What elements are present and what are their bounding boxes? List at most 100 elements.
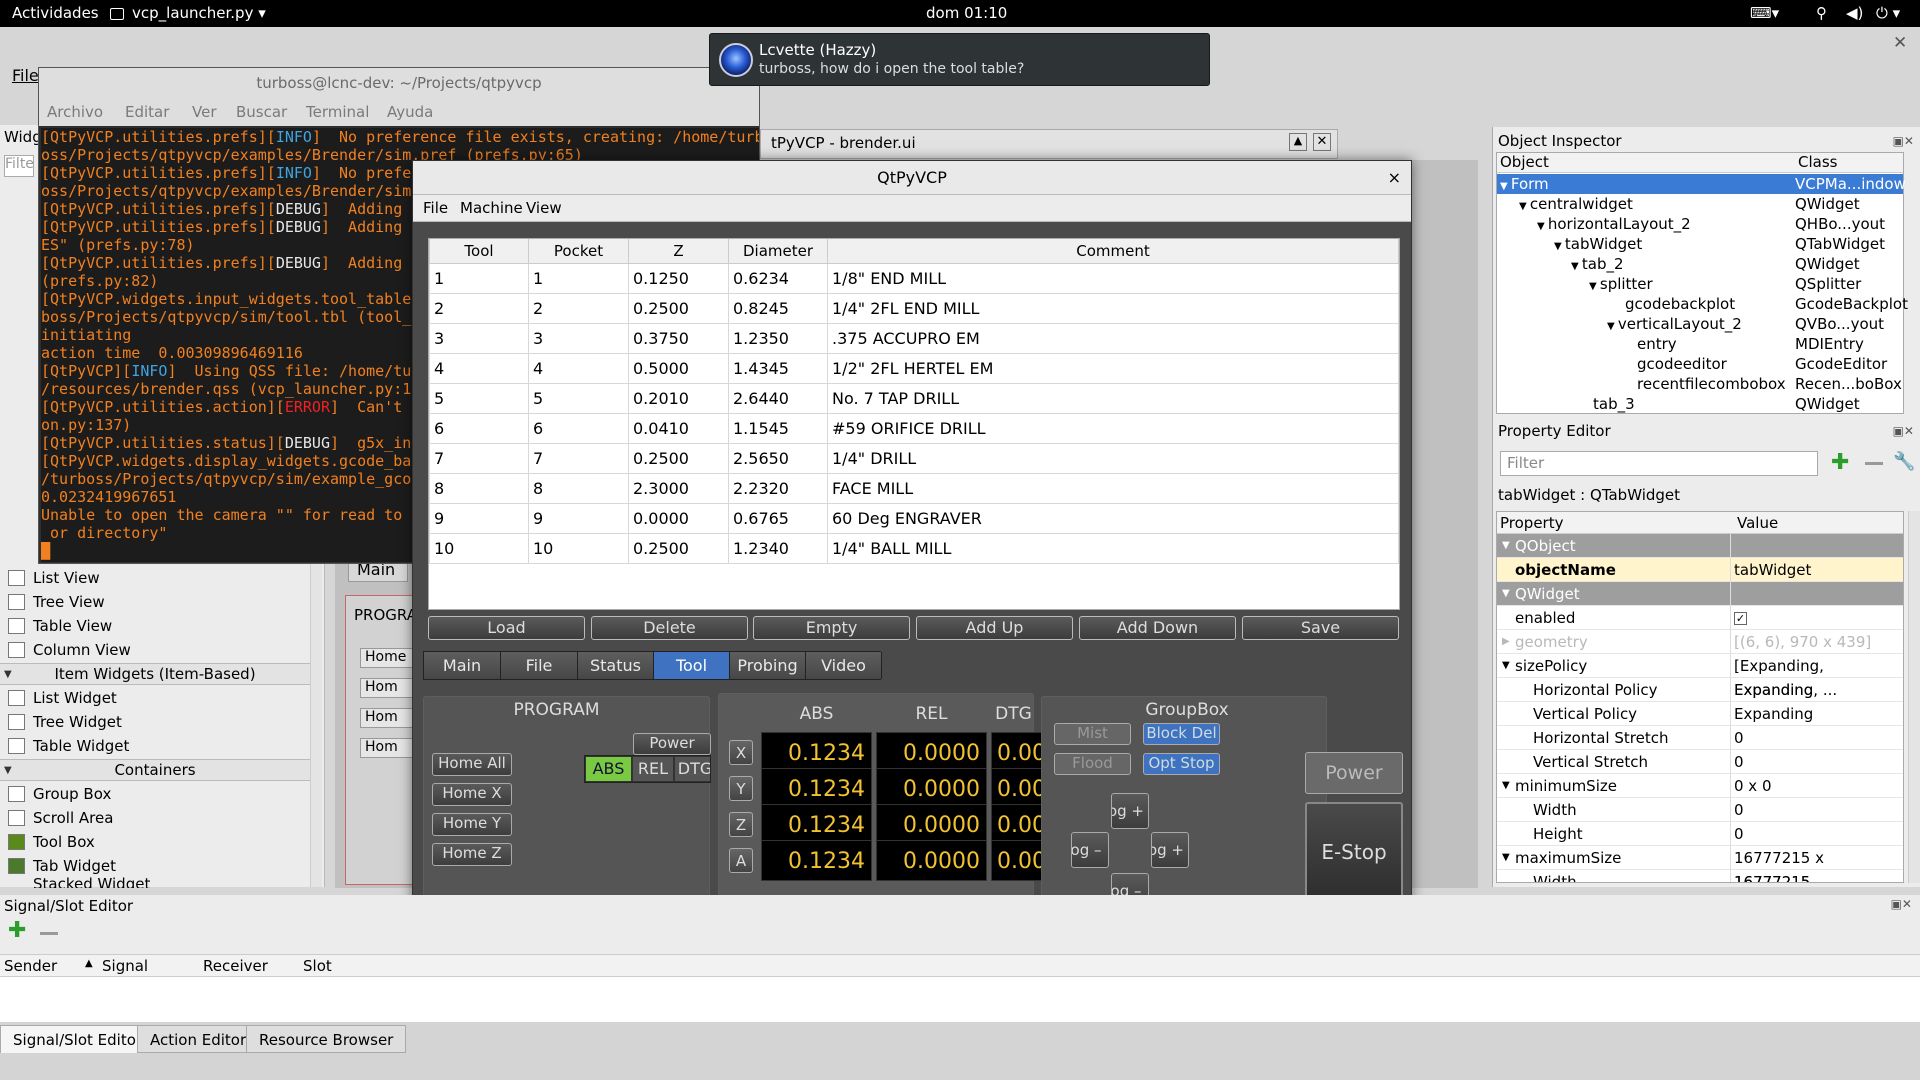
home-all-button[interactable]: Home All (432, 753, 512, 776)
tree-row[interactable]: recentfilecombobox Recen...boBox (1497, 374, 1903, 394)
tab-video[interactable]: Video (806, 652, 882, 679)
table-row[interactable]: 4 4 0.5000 1.4345 1/2" 2FL HERTEL EM (429, 352, 1399, 384)
add-up-button[interactable]: Add Up (916, 616, 1073, 640)
property-row[interactable]: Vertical Policy Expanding (1497, 702, 1903, 726)
table-cell[interactable]: 0.2500 (628, 292, 729, 324)
table-cell[interactable]: 7 (528, 442, 629, 474)
list-item[interactable]: Table View (0, 614, 310, 638)
close-icon[interactable]: × (1388, 168, 1401, 187)
tree-row[interactable]: ▼ verticalLayout_2 QVBo...yout (1497, 314, 1903, 334)
table-cell[interactable]: 1/4" DRILL (827, 442, 1399, 474)
home-z-button[interactable]: Home Z (432, 843, 512, 866)
property-row[interactable]: ▼ sizePolicy [Expanding, Expanding, ... (1497, 654, 1903, 699)
save-button[interactable]: Save (1242, 616, 1399, 640)
table-row[interactable]: 2 2 0.2500 0.8245 1/4" 2FL END MILL (429, 292, 1399, 324)
table-cell[interactable]: 4 (528, 352, 629, 384)
home-y-button[interactable]: Home Y (432, 813, 512, 836)
slot-column-header[interactable]: Slot (303, 957, 332, 975)
close-button[interactable]: ✕ (1313, 133, 1331, 151)
table-cell[interactable]: 10 (429, 532, 529, 564)
tree-row[interactable]: ▼ tab_2 QWidget (1497, 254, 1903, 274)
table-cell[interactable]: 3 (528, 322, 629, 354)
table-cell[interactable]: 5 (429, 382, 529, 414)
clock[interactable]: dom 01:10 (926, 4, 1007, 22)
table-cell[interactable]: 1.2340 (728, 532, 828, 564)
opt-stop-button[interactable]: Opt Stop (1143, 753, 1220, 775)
tree-row[interactable]: ▼ centralwidget QWidget (1497, 194, 1903, 214)
expand-arrow-icon[interactable]: ▼ (1519, 201, 1530, 212)
property-row[interactable]: Vertical Stretch 0 (1497, 750, 1903, 774)
qtpyvcp-window[interactable]: QtPyVCP × File Machine View Tool Pocket Z D… (412, 160, 1412, 948)
class-column-header[interactable]: Class (1795, 153, 1903, 173)
property-row[interactable]: ▼ maximumSize 16777215 x 16777215 (1497, 846, 1903, 882)
table-cell[interactable]: 1.4345 (728, 352, 828, 384)
add-down-button[interactable]: Add Down (1079, 616, 1236, 640)
add-connection-icon[interactable]: ✚ (8, 918, 26, 943)
tree-row[interactable]: gcodeeditor GcodeEditor (1497, 354, 1903, 374)
home-x-button[interactable]: Home X (432, 783, 512, 806)
table-cell[interactable]: 0.2010 (628, 382, 729, 414)
table-row[interactable]: 10 10 0.2500 1.2340 1/4" BALL MILL (429, 532, 1399, 564)
dock-float-close-icon[interactable]: ▣✕ (1893, 420, 1914, 442)
table-cell[interactable]: No. 7 TAP DRILL (827, 382, 1399, 414)
widget-filter-input[interactable]: Filte (4, 155, 34, 177)
menu-file[interactable]: File (423, 199, 448, 217)
property-row[interactable]: objectName tabWidget (1497, 558, 1903, 582)
menu-editar[interactable]: Editar (125, 103, 169, 121)
table-cell[interactable]: 1 (429, 262, 529, 294)
list-item[interactable]: Tab Widget (0, 854, 310, 878)
list-item[interactable]: Column View (0, 638, 310, 662)
table-cell[interactable]: 9 (429, 502, 529, 534)
jog-x-minus-button[interactable]: og – (1071, 832, 1109, 868)
category-item-widgets[interactable]: Item Widgets (Item-Based) (0, 663, 310, 685)
table-cell[interactable]: 1/8" END MILL (827, 262, 1399, 294)
app-menu-button[interactable]: vcp_launcher.py ▾ (132, 4, 266, 22)
table-cell[interactable]: 0.0410 (628, 412, 729, 444)
menu-buscar[interactable]: Buscar (236, 103, 287, 121)
axis-a-button[interactable]: A (729, 848, 753, 873)
table-cell[interactable]: 4 (429, 352, 529, 384)
list-item[interactable]: Tree View (0, 590, 310, 614)
table-cell[interactable]: 1/2" 2FL HERTEL EM (827, 352, 1399, 384)
tool-table[interactable]: Tool Pocket Z Diameter Comment 1 1 0.1250 0.623… (428, 238, 1400, 610)
table-row[interactable]: 3 3 0.3750 1.2350.375 ACCUPRO EM (429, 322, 1399, 354)
table-cell[interactable]: 1 (528, 262, 629, 294)
remove-property-icon[interactable] (1865, 462, 1883, 465)
property-row[interactable]: Height 0 (1497, 822, 1903, 846)
table-cell[interactable]: 2.2320 (728, 472, 828, 504)
property-row[interactable]: enabled ✓ (1497, 606, 1903, 630)
object-column-header[interactable]: Object (1497, 153, 1795, 173)
jog-x-plus-button[interactable]: og + (1151, 832, 1189, 868)
property-row[interactable]: Horizontal Policy Expanding (1497, 678, 1903, 702)
table-row[interactable]: 5 5 0.2010 2.6440 No. 7 TAP DRILL (429, 382, 1399, 414)
network-icon[interactable]: ⚲ (1816, 4, 1827, 22)
property-column-header[interactable]: Property (1500, 514, 1563, 532)
table-header-cell[interactable]: Tool (429, 239, 529, 264)
menu-terminal[interactable]: Terminal (306, 103, 369, 121)
property-row[interactable]: ▶ geometry [(6, 6), 970 x 439] (1497, 630, 1903, 654)
axis-y-button[interactable]: Y (729, 776, 753, 801)
close-icon[interactable]: ✕ (1893, 33, 1907, 53)
tab-action-editor[interactable]: Action Editor (137, 1025, 260, 1053)
list-item[interactable]: Tool Box (0, 830, 310, 854)
table-cell[interactable]: 10 (528, 532, 629, 564)
table-cell[interactable]: 0.6234 (728, 262, 828, 294)
expand-arrow-icon[interactable]: ▼ (1500, 181, 1511, 192)
tree-row[interactable]: gcodebackplot GcodeBackplot (1497, 294, 1908, 314)
menu-machine[interactable]: Machine (460, 199, 523, 217)
expand-arrow-icon[interactable]: ▼ (1554, 241, 1565, 252)
table-row[interactable]: 9 9 0.0000 0.6765 60 Deg ENGRAVER (429, 502, 1399, 534)
category-containers[interactable]: Containers (0, 759, 310, 781)
tree-row[interactable]: ▼ horizontalLayout_2 QHBo...yout (1497, 214, 1903, 234)
power-icon[interactable]: ⏻ ▾ (1876, 4, 1900, 22)
add-property-icon[interactable]: ✚ (1831, 451, 1849, 475)
table-cell[interactable]: 8 (528, 472, 629, 504)
abs-mode-button[interactable]: ABS (586, 757, 631, 781)
sound-icon[interactable]: ◀) (1846, 4, 1863, 22)
sender-column-header[interactable]: Sender (4, 957, 57, 975)
estop-button[interactable]: E-Stop (1305, 802, 1403, 900)
table-cell[interactable]: 0.2500 (628, 442, 729, 474)
table-cell[interactable]: 6 (429, 412, 529, 444)
table-header-cell[interactable]: Comment (827, 239, 1399, 264)
dtg-mode-button[interactable]: DTG (675, 757, 710, 781)
